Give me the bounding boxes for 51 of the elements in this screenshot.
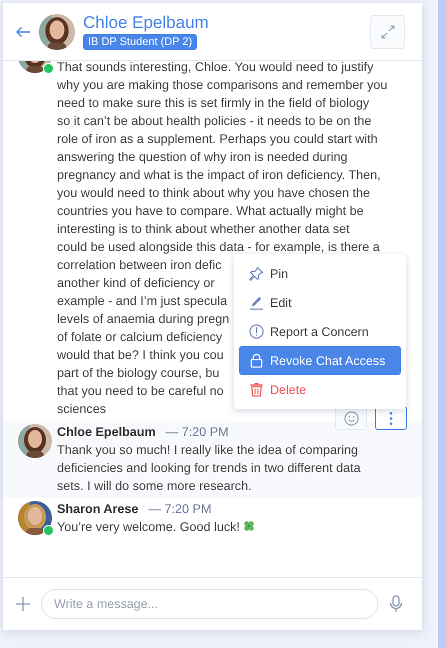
message-line: why you are making those comparisons and remember you: [57, 77, 388, 94]
menu-item[interactable]: Edit: [239, 288, 401, 317]
kebab-menu-icon: [389, 410, 393, 426]
message-line: countries you have to compare. What actually might be: [57, 203, 364, 220]
message-line: interesting is to think about whether another data set: [57, 221, 350, 238]
contact-name: Chloe Epelbaum: [83, 13, 210, 33]
expand-button[interactable]: [370, 14, 405, 48]
menu-item-label: Revoke Chat Access: [270, 354, 386, 368]
message-line: need to make sure this is set firmly in the field of biology: [57, 95, 370, 112]
role-badge: IB DP Student (DP 2): [83, 34, 198, 50]
clover-icon: [243, 520, 256, 532]
message-line: part of the biology course, bu: [57, 365, 220, 382]
message-line: would that be? I think you cou: [57, 347, 224, 364]
menu-item-label: Pin: [270, 266, 288, 280]
menu-item-label: Report a Concern: [270, 324, 369, 338]
microphone-icon[interactable]: [388, 595, 404, 613]
message-line: correlation between iron defic: [57, 257, 222, 274]
menu-item[interactable]: Pin: [239, 259, 401, 288]
message-line: that you need to be careful no: [57, 383, 224, 400]
message-line: you would need to think about why you have chosen the: [57, 185, 370, 202]
message-line: answering the question of why iron is needed during: [57, 149, 348, 166]
message-line: levels of anaemia during pregn: [57, 311, 230, 328]
message-line: example - and I’m just specula: [57, 293, 228, 310]
trash-icon: [249, 382, 264, 397]
pin-icon: [249, 266, 264, 281]
back-arrow-icon[interactable]: [15, 26, 31, 38]
message-line: could be used alongside this data - for example, is there a: [57, 239, 380, 256]
menu-item-label: Edit: [270, 296, 292, 310]
author-name: Sharon Arese: [57, 501, 138, 518]
menu-item-label: Delete: [270, 382, 306, 396]
expand-icon: [380, 24, 394, 38]
message-text: You’re very welcome. Good luck!: [57, 518, 387, 536]
menu-item[interactable]: Report a Concern: [239, 317, 401, 346]
lock-icon: [249, 353, 264, 368]
message-line: so it can’t be about health policies - it needs to be on the: [57, 113, 372, 130]
message-text: Thank you so much! I really like the idea of comparing deficiencies and looking for trends in two different data sets. I will do some more research.: [57, 442, 362, 495]
message-line: sciences: [57, 401, 106, 418]
smiley-icon: [344, 410, 358, 426]
plus-icon[interactable]: [15, 595, 31, 613]
message-time: — 7:20 PM: [148, 501, 212, 518]
message-time: — 7:20 PM: [166, 424, 229, 441]
author-name: Chloe Epelbaum: [57, 424, 156, 441]
message-line: another kind of deficiency or: [57, 275, 215, 292]
message-line: role of iron as a supplement. Perhaps you could start with: [57, 131, 378, 148]
message-input[interactable]: Write a message...: [41, 589, 378, 619]
message-line: That sounds interesting, Chloe. You would need to justify: [57, 61, 374, 76]
menu-item[interactable]: Revoke Chat Access: [239, 346, 401, 375]
message-line: pregnancy and what is the impact of iron deficiency. Then,: [57, 167, 381, 184]
message-line: of folate or calcium deficiency: [57, 329, 222, 346]
exclamation-circle-icon: [249, 324, 264, 339]
pencil-icon: [249, 295, 264, 310]
